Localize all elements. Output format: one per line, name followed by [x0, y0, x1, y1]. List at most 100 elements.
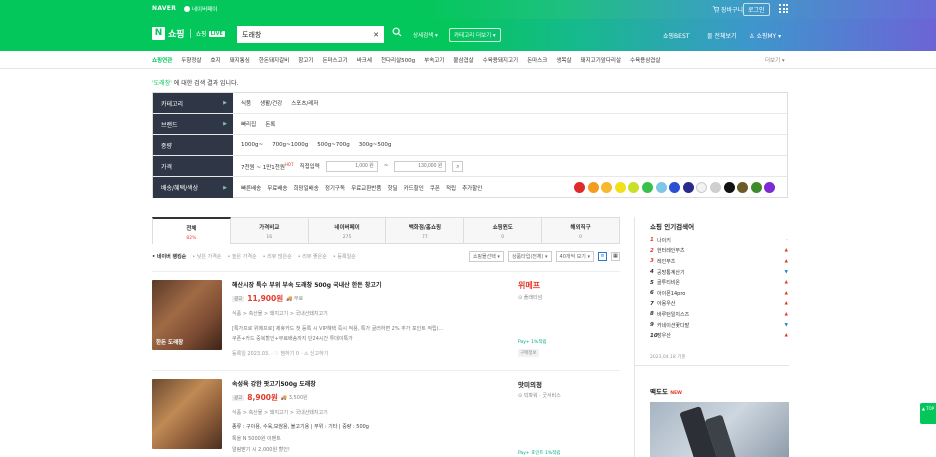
color-swatch[interactable]	[696, 182, 708, 193]
product-type-select[interactable]: 상품타입(전체) ▾	[507, 251, 552, 262]
filter-label[interactable]: 배송/혜택/색상 ▶	[153, 177, 233, 198]
result-tab[interactable]: 네이버페이 275	[308, 217, 387, 244]
scroll-top-button[interactable]: ▲ TOP	[920, 403, 936, 424]
filter-option[interactable]: 생활/건강	[260, 99, 282, 107]
result-tab[interactable]: 해외직구 0	[542, 217, 620, 244]
detail-search-button[interactable]: 상세검색 ▾	[413, 31, 438, 39]
filter-option[interactable]: 식품	[241, 99, 251, 107]
popular-keyword-item[interactable]: 3 레인부츠 ▲	[650, 256, 788, 267]
clear-search-icon[interactable]: ✕	[373, 31, 379, 39]
filter-option[interactable]: 빠른배송	[241, 184, 261, 192]
sort-option[interactable]: • 리뷰 좋은순	[298, 253, 327, 260]
price-search-button[interactable]: ⌕	[452, 160, 464, 172]
shopping-best-link[interactable]: 쇼핑BEST	[663, 31, 689, 40]
color-swatch[interactable]	[682, 182, 694, 193]
color-swatch[interactable]	[709, 182, 721, 193]
popular-keyword-item[interactable]: 6 아이폰14pro ▲	[650, 288, 788, 299]
color-swatch[interactable]	[737, 182, 749, 193]
list-view-icon[interactable]: ≡	[598, 252, 607, 261]
shopping-logo[interactable]: N 쇼핑 쇼핑 LIVE	[152, 27, 225, 40]
sort-option[interactable]: • 네이버 랭킹순	[152, 253, 186, 260]
purchase-info-button[interactable]: 구매정보	[518, 349, 539, 357]
result-tab[interactable]: 가격비교 16	[230, 217, 309, 244]
shopping-live-link[interactable]: 쇼핑 LIVE	[196, 29, 225, 38]
related-keyword-item[interactable]: 돈마스크	[523, 56, 552, 64]
popular-keyword-item[interactable]: 4 공방통계산기 ▼	[650, 267, 788, 278]
color-swatch[interactable]	[601, 182, 613, 193]
page-size-select[interactable]: 40개씩 보기 ▾	[555, 251, 594, 262]
result-tab[interactable]: 백화점/홈쇼핑 77	[386, 217, 465, 244]
app-grid-icon[interactable]	[779, 4, 788, 13]
price-min-input[interactable]	[325, 160, 378, 172]
sort-option[interactable]: • 낮은 가격순	[192, 253, 221, 260]
search-input[interactable]	[242, 30, 374, 39]
filter-option[interactable]: 무료배송	[267, 184, 287, 192]
related-more-button[interactable]: 더보기 ▾	[765, 56, 785, 64]
filter-option[interactable]: 돈록	[265, 120, 275, 128]
naverpay-link[interactable]: 네이버페이	[184, 5, 217, 13]
color-swatch[interactable]	[587, 182, 599, 193]
product-title[interactable]: 해산시장 특수 부위 부속 도래창 500g 국내산 한돈 창고기	[232, 280, 381, 289]
filter-option[interactable]: 700g~1000g	[272, 142, 308, 148]
color-swatch[interactable]	[669, 182, 681, 193]
my-shopping-link[interactable]: ♙ 쇼핑MY ▾	[749, 31, 781, 40]
sort-option[interactable]: • 리뷰 많은순	[263, 253, 292, 260]
filter-option[interactable]: 7천원 ~ 1만1천원HOT	[241, 162, 294, 171]
popular-keyword-item[interactable]: 2 헌터레인부츠 ▲	[650, 246, 788, 257]
product-meta[interactable]: 등록일 2023.03. · ♡ 찜하기 0 · ⚠ 신고하기	[232, 350, 328, 357]
result-tab[interactable]: 쇼핑윈도 0	[464, 217, 543, 244]
filter-label[interactable]: 카테고리 ▶	[153, 93, 233, 113]
search-button[interactable]	[388, 26, 405, 43]
color-swatch[interactable]	[655, 182, 667, 193]
product-thumbnail[interactable]: 한돈 도래창	[152, 280, 222, 350]
related-keyword-item[interactable]: 호지	[206, 56, 225, 64]
filter-option[interactable]: 쿠폰	[430, 184, 440, 192]
product-thumbnail[interactable]	[152, 379, 222, 449]
filter-label[interactable]: 브랜드 ▶	[153, 114, 233, 134]
sort-option[interactable]: • 높은 가격순	[227, 253, 256, 260]
color-swatch[interactable]	[614, 182, 626, 193]
result-tab[interactable]: 전체 82%	[152, 217, 231, 244]
color-swatch[interactable]	[574, 182, 585, 193]
related-keyword-item[interactable]: 한돈돼지갈비	[254, 56, 293, 64]
related-keyword-item[interactable]: 돈마스고기	[318, 56, 352, 64]
category-more-button[interactable]: 카테고리 더보기 ▾	[449, 28, 501, 42]
popular-keyword-item[interactable]: 5 골투티비온 ▲	[650, 277, 788, 288]
related-keyword-item[interactable]: 바크세	[352, 56, 376, 64]
filter-option[interactable]: 적립	[446, 184, 456, 192]
color-swatch[interactable]	[750, 182, 762, 193]
mall-select[interactable]: 쇼핑몰선택 ▾	[468, 251, 504, 262]
related-keyword-item[interactable]: 항고기	[294, 56, 318, 64]
mall-name[interactable]: 위메프	[518, 280, 542, 291]
view-all-malls-link[interactable]: 몰 전체보기	[707, 31, 737, 40]
filter-option[interactable]: 1000g~	[241, 142, 263, 148]
related-keyword-item[interactable]: 불삼겹살	[449, 56, 478, 64]
related-keyword-item[interactable]: 돼지통심	[225, 56, 254, 64]
related-keyword-item[interactable]: 천다리살500g	[376, 56, 419, 64]
popular-keyword-item[interactable]: 10 장우산 ▲	[650, 330, 788, 341]
related-keyword-item[interactable]: 쇼핑연관	[152, 56, 177, 64]
filter-option[interactable]: 핫딜	[387, 184, 397, 192]
ad-banner-image[interactable]	[650, 402, 789, 457]
related-keyword-item[interactable]: 수육용삼겹살	[626, 56, 665, 64]
price-max-input[interactable]	[394, 160, 447, 172]
filter-option[interactable]: 스포츠/레저	[291, 99, 318, 107]
filter-option[interactable]: 추가할인	[462, 184, 482, 192]
popular-keyword-item[interactable]: 9 카네이션꽃다발 ▼	[650, 320, 788, 331]
login-button[interactable]: 로그인	[743, 3, 770, 16]
color-swatch[interactable]	[641, 182, 653, 193]
related-keyword-item[interactable]: 부속고기	[420, 56, 449, 64]
naver-logo[interactable]: NAVER	[152, 5, 176, 12]
filter-option[interactable]: 희망일배송	[294, 184, 319, 192]
product-title[interactable]: 속성육 강한 팟고기500g 도래창	[232, 379, 316, 388]
color-swatch[interactable]	[764, 182, 776, 193]
mall-name[interactable]: 맛미의정	[518, 379, 561, 389]
related-keyword-item[interactable]: 생목살	[552, 56, 576, 64]
related-keyword-item[interactable]: 돼지고기앞다리살	[576, 56, 625, 64]
filter-option[interactable]: 300g~500g	[359, 142, 392, 148]
filter-option[interactable]: 빠리집	[241, 120, 256, 128]
grid-view-icon[interactable]: ▦	[611, 252, 620, 261]
related-keyword-item[interactable]: 수육용돼지고기	[478, 56, 522, 64]
sort-option[interactable]: • 등록일순	[333, 253, 356, 260]
filter-option[interactable]: 무료교환반품	[351, 184, 381, 192]
